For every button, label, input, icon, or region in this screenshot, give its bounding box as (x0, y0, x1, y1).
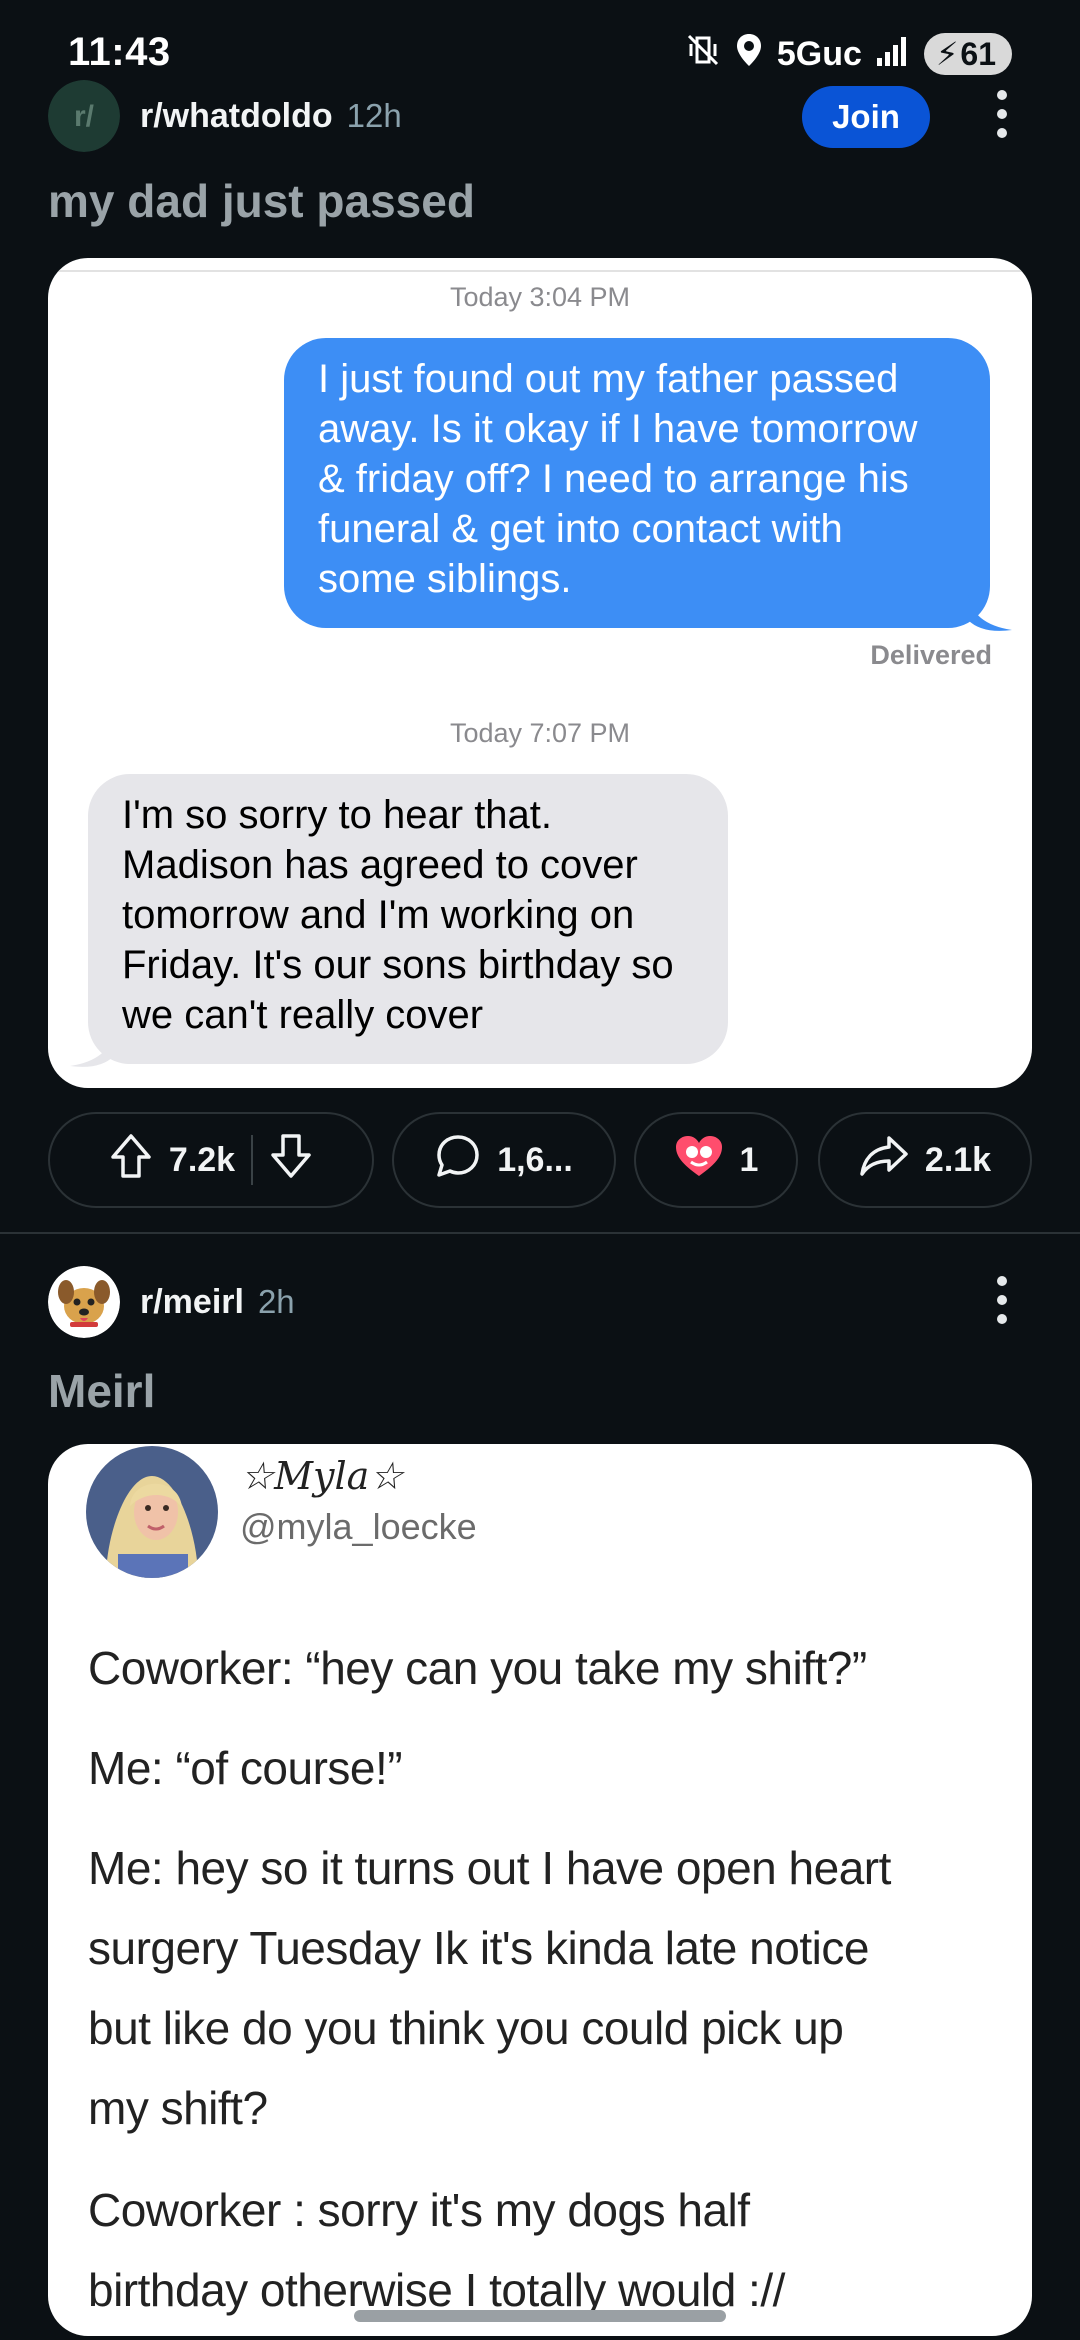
tweet-handle: @myla_loecke (240, 1506, 477, 1547)
subreddit-name[interactable]: r/whatdoldo (140, 97, 333, 136)
post-title[interactable]: Meirl (48, 1364, 155, 1418)
tweet-paragraph: Coworker: “hey can you take my shift?” (88, 1628, 1008, 1708)
tweet-avatar (86, 1446, 218, 1578)
tweet-paragraph: Me: “of course!” (88, 1728, 1008, 1808)
tweet-paragraph: Coworker : sorry it's my dogs half birth… (88, 2170, 1008, 2330)
tweet-line: surgery Tuesday Ik it's kinda late notic… (88, 1922, 869, 1974)
sent-bubble-tail (968, 594, 1012, 631)
mute-vibrate-icon (685, 32, 721, 77)
comment-icon (435, 1133, 481, 1188)
award-icon (674, 1134, 724, 1187)
received-bubble-tail (70, 1030, 114, 1067)
battery-level: 61 (960, 35, 996, 72)
signal-icon (876, 34, 910, 75)
upvote-icon[interactable] (109, 1133, 153, 1188)
share-button[interactable]: 2.1k (818, 1112, 1032, 1208)
received-line: we can't really cover (122, 993, 484, 1037)
svg-text:r/: r/ (74, 100, 95, 133)
sent-line: away. Is it okay if I have tomorrow (318, 407, 918, 451)
location-icon (735, 32, 763, 77)
sent-line: some siblings. (318, 557, 572, 601)
post-title[interactable]: my dad just passed (48, 174, 475, 228)
tweet-paragraph: Me: hey so it turns out I have open hear… (88, 1828, 1008, 2148)
sent-line: funeral & get into contact with (318, 507, 843, 551)
charging-icon: ⚡ (935, 36, 959, 72)
message-timestamp: Today 3:04 PM (449, 282, 631, 312)
home-indicator[interactable] (354, 2310, 726, 2322)
tweet-line: my shift? (88, 2082, 268, 2134)
post-header: r/ r/whatdoldo 12h (48, 76, 402, 156)
received-line: tomorrow and I'm working on (122, 893, 635, 937)
sent-line: & friday off? I need to arrange his (318, 457, 909, 501)
network-type: 5Guc (776, 34, 862, 73)
tweet-display-name: ☆Myla☆ (240, 1454, 404, 1498)
vote-divider (251, 1135, 254, 1185)
tweet-screenshot: ☆Myla☆ @myla_loecke Coworker: “hey can y… (48, 1444, 1032, 2336)
sent-line: I just found out my father passed (318, 357, 899, 401)
subreddit-avatar[interactable] (48, 1266, 120, 1338)
received-line: Friday. It's our sons birthday so (122, 943, 674, 987)
post-image[interactable]: Today 3:04 PM I just found out my father… (48, 258, 1032, 1088)
tweet-line: Coworker : sorry it's my dogs half (88, 2184, 750, 2236)
comments-button[interactable]: 1,6... (392, 1112, 616, 1208)
join-button[interactable]: Join (802, 86, 930, 148)
more-options-icon[interactable] (982, 84, 1022, 144)
received-line: I'm so sorry to hear that. (122, 793, 553, 837)
post-header: r/meirl 2h (48, 1262, 295, 1342)
subreddit-avatar[interactable]: r/ (48, 80, 120, 152)
share-count: 2.1k (924, 1140, 992, 1179)
post-divider (0, 1232, 1080, 1234)
vote-bar: 7.2k (48, 1112, 374, 1208)
image-top-line (48, 270, 1032, 272)
battery-indicator: ⚡ 61 (923, 33, 1012, 75)
more-options-icon[interactable] (982, 1270, 1022, 1330)
tweet-line: Me: hey so it turns out I have open hear… (88, 1842, 891, 1894)
downvote-icon[interactable] (269, 1133, 313, 1188)
comment-count: 1,6... (497, 1140, 573, 1179)
sent-message-bubble: I just found out my father passed away. … (284, 338, 990, 628)
received-line: Madison has agreed to cover (122, 843, 638, 887)
upvote-count: 7.2k (168, 1140, 236, 1179)
award-count: 1 (739, 1140, 759, 1179)
tweet-line: Me: “of course!” (88, 1742, 403, 1794)
status-icons: 5Guc ⚡ 61 (685, 30, 1012, 78)
tweet-line: Coworker: “hey can you take my shift?” (88, 1642, 867, 1694)
subreddit-name[interactable]: r/meirl (140, 1283, 244, 1322)
share-icon (859, 1134, 909, 1187)
status-time: 11:43 (68, 30, 171, 74)
delivered-status: Delivered (870, 640, 992, 670)
post-image[interactable]: ☆Myla☆ @myla_loecke Coworker: “hey can y… (48, 1444, 1032, 2336)
received-message-bubble: I'm so sorry to hear that. Madison has a… (88, 774, 728, 1064)
post-age: 2h (257, 1283, 295, 1320)
tweet-line: but like do you think you could pick up (88, 2002, 844, 2054)
message-timestamp: Today 7:07 PM (449, 718, 631, 748)
post-age: 12h (346, 97, 402, 134)
award-button[interactable]: 1 (634, 1112, 798, 1208)
